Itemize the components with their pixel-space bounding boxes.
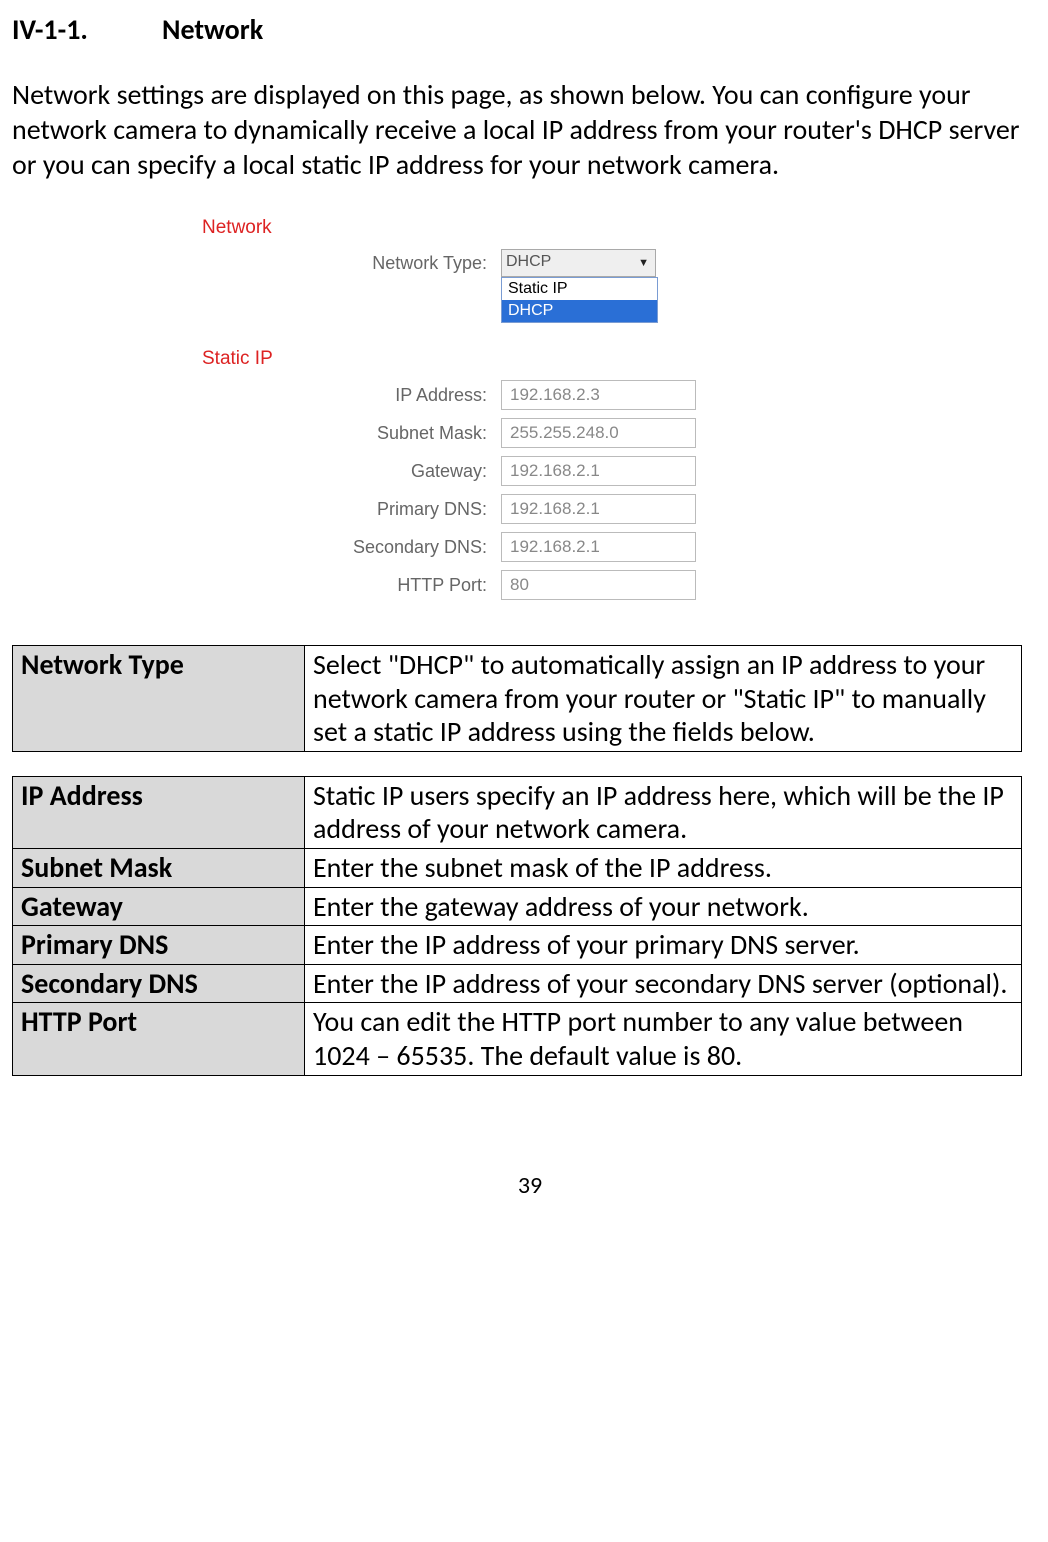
chevron-down-icon: ▼: [638, 257, 649, 269]
cell-desc: Enter the subnet mask of the IP address.: [305, 848, 1022, 887]
label-gateway: Gateway:: [192, 461, 501, 482]
cell-desc: Enter the gateway address of your networ…: [305, 887, 1022, 926]
cell-desc: Enter the IP address of your secondary D…: [305, 964, 1022, 1003]
cell-name: IP Address: [13, 776, 305, 848]
label-secondary-dns: Secondary DNS:: [192, 537, 501, 558]
section-label-static-ip: Static IP: [202, 348, 892, 370]
section-heading: IV-1-1. Network: [12, 12, 1048, 47]
table-row: Network Type Select "DHCP" to automatica…: [13, 646, 1022, 752]
intro-paragraph: Network settings are displayed on this p…: [12, 77, 1048, 182]
config-panel: Network Network Type: DHCP ▼ Static IP D…: [192, 217, 892, 600]
page-number: 39: [12, 1171, 1048, 1200]
cell-desc: Enter the IP address of your primary DNS…: [305, 926, 1022, 965]
cell-desc: You can edit the HTTP port number to any…: [305, 1003, 1022, 1075]
gateway-input[interactable]: [501, 456, 696, 486]
table-row: Secondary DNSEnter the IP address of you…: [13, 964, 1022, 1003]
ip-address-input[interactable]: [501, 380, 696, 410]
heading-title: Network: [162, 12, 263, 47]
section-label-network: Network: [202, 217, 892, 239]
cell-name: Network Type: [13, 646, 305, 752]
cell-desc: Static IP users specify an IP address he…: [305, 776, 1022, 848]
heading-number: IV-1-1.: [12, 12, 162, 47]
label-ip-address: IP Address:: [192, 385, 501, 406]
network-type-selected: DHCP: [506, 253, 551, 270]
cell-name: Secondary DNS: [13, 964, 305, 1003]
http-port-input[interactable]: [501, 570, 696, 600]
table-row: GatewayEnter the gateway address of your…: [13, 887, 1022, 926]
label-network-type: Network Type:: [192, 253, 501, 274]
label-primary-dns: Primary DNS:: [192, 499, 501, 520]
description-table-1: Network Type Select "DHCP" to automatica…: [12, 645, 1022, 752]
label-http-port: HTTP Port:: [192, 575, 501, 596]
table-row: HTTP PortYou can edit the HTTP port numb…: [13, 1003, 1022, 1075]
label-subnet-mask: Subnet Mask:: [192, 423, 501, 444]
network-type-select[interactable]: DHCP ▼: [501, 249, 656, 277]
cell-name: HTTP Port: [13, 1003, 305, 1075]
subnet-mask-input[interactable]: [501, 418, 696, 448]
cell-name: Gateway: [13, 887, 305, 926]
cell-name: Primary DNS: [13, 926, 305, 965]
option-static-ip[interactable]: Static IP: [502, 278, 657, 300]
table-row: Primary DNSEnter the IP address of your …: [13, 926, 1022, 965]
cell-name: Subnet Mask: [13, 848, 305, 887]
table-row: Subnet MaskEnter the subnet mask of the …: [13, 848, 1022, 887]
primary-dns-input[interactable]: [501, 494, 696, 524]
option-dhcp[interactable]: DHCP: [502, 300, 657, 322]
description-table-2: IP AddressStatic IP users specify an IP …: [12, 776, 1022, 1076]
network-type-dropdown: Static IP DHCP: [501, 277, 658, 323]
cell-desc: Select "DHCP" to automatically assign an…: [305, 646, 1022, 752]
table-row: IP AddressStatic IP users specify an IP …: [13, 776, 1022, 848]
secondary-dns-input[interactable]: [501, 532, 696, 562]
